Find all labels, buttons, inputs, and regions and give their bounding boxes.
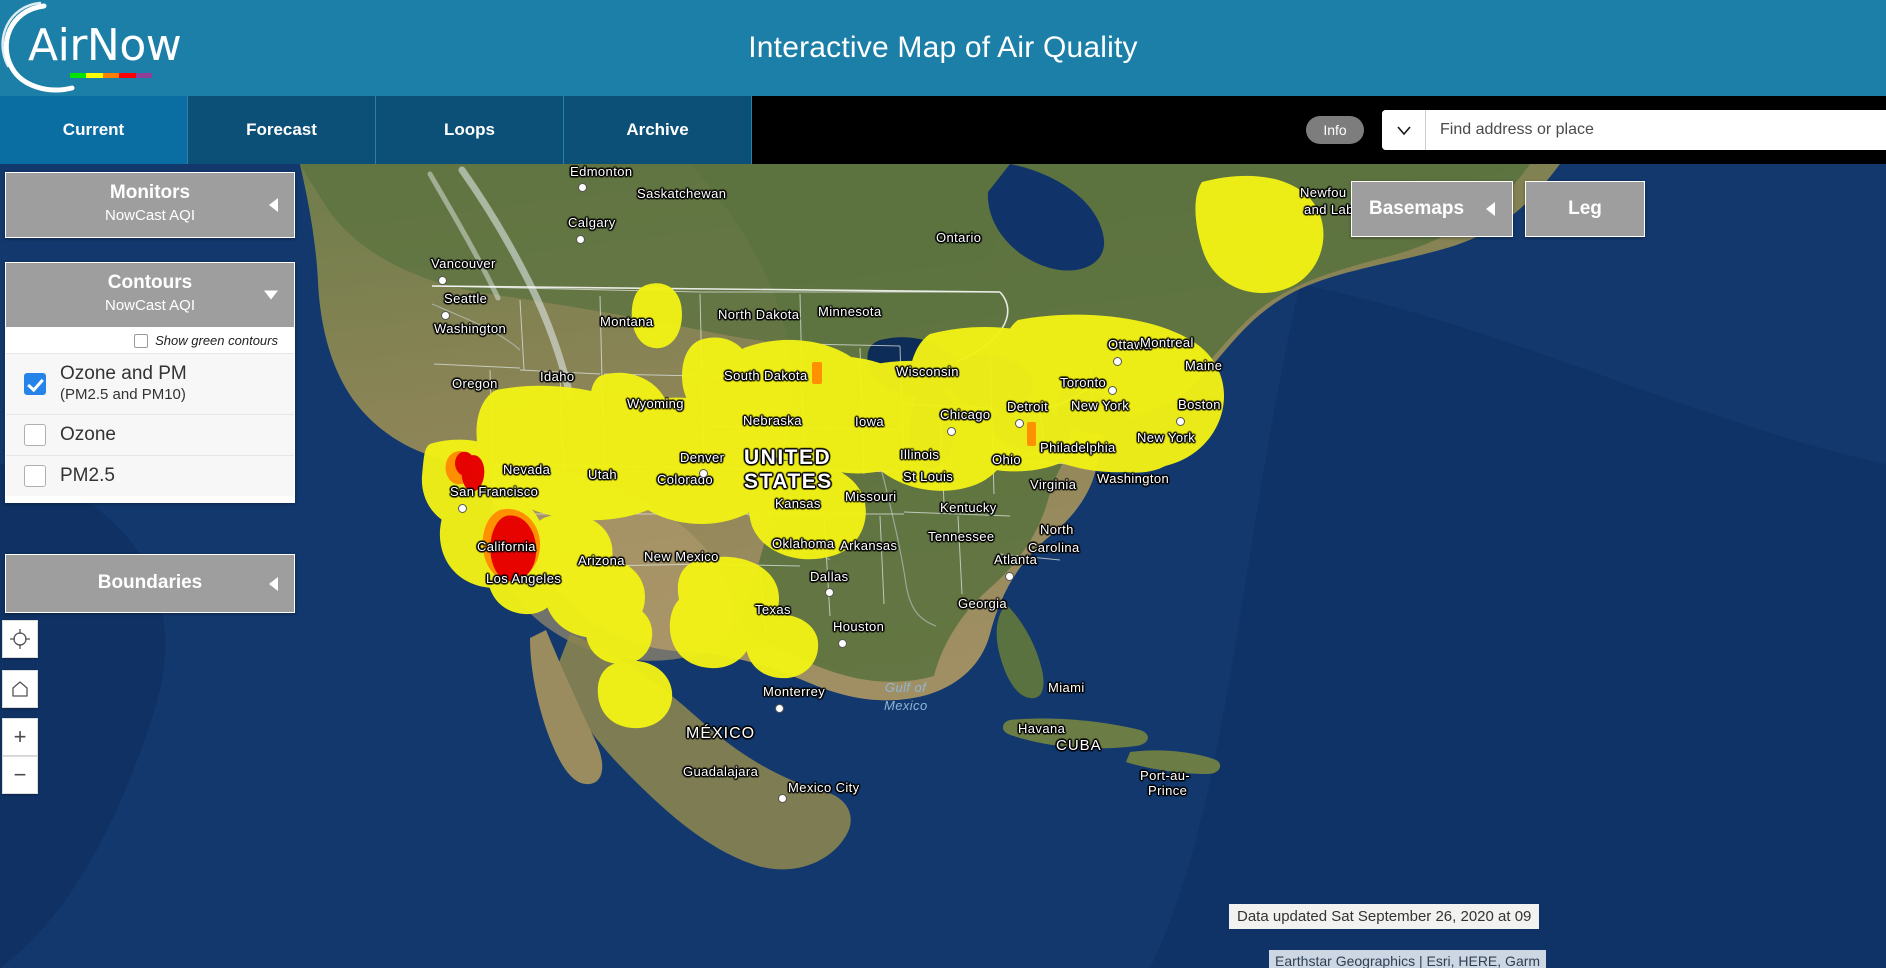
pm25-texts: PM2.5 bbox=[60, 465, 115, 487]
ozone-and-pm-checkbox[interactable] bbox=[24, 373, 46, 395]
page-title: Interactive Map of Air Quality bbox=[748, 31, 1138, 64]
ozone-texts: Ozone bbox=[60, 424, 116, 446]
map-attribution: Earthstar Geographics | Esri, HERE, Garm bbox=[1269, 950, 1547, 968]
zoom-out-button[interactable]: − bbox=[2, 756, 38, 794]
legend-label: Leg bbox=[1568, 198, 1602, 219]
contours-panel-title: Contours bbox=[107, 272, 193, 293]
airnow-logo[interactable]: AirNow bbox=[0, 0, 230, 96]
boundaries-arrow-left-icon[interactable] bbox=[269, 576, 278, 591]
pm25-checkbox[interactable] bbox=[24, 465, 46, 487]
monitors-arrow-left-icon[interactable] bbox=[269, 198, 278, 212]
ozone-and-pm-label: Ozone and PM bbox=[60, 363, 187, 384]
monitors-panel-header[interactable]: Monitors NowCast AQI bbox=[6, 173, 294, 237]
pm25-label: PM2.5 bbox=[60, 465, 115, 486]
contours-panel-subtitle: NowCast AQI bbox=[104, 297, 196, 314]
home-icon bbox=[12, 681, 28, 697]
boundaries-panel-title: Boundaries bbox=[97, 572, 203, 593]
airnow-interactive-map-app: AirNow Interactive Map of Air Quality Cu… bbox=[0, 0, 1886, 968]
contour-option-ozone[interactable]: Ozone bbox=[6, 414, 294, 455]
basemaps-arrow-left-icon bbox=[1486, 202, 1496, 216]
boundaries-panel: Boundaries bbox=[5, 554, 295, 613]
monitors-panel-subtitle: NowCast AQI bbox=[104, 207, 196, 224]
navbar-spacer bbox=[752, 96, 1306, 164]
contour-option-ozone-and-pm[interactable]: Ozone and PM (PM2.5 and PM10) bbox=[6, 353, 294, 414]
ozone-checkbox[interactable] bbox=[24, 424, 46, 446]
basemaps-label: Basemaps bbox=[1368, 198, 1465, 219]
locate-icon bbox=[10, 629, 30, 649]
zoom-in-button[interactable]: + bbox=[2, 718, 38, 756]
show-green-contours-checkbox[interactable] bbox=[134, 333, 149, 348]
tab-loops[interactable]: Loops bbox=[376, 96, 564, 164]
contour-option-pm25[interactable]: PM2.5 bbox=[6, 455, 294, 496]
tab-current[interactable]: Current bbox=[0, 96, 188, 164]
home-button[interactable] bbox=[2, 670, 38, 708]
ozone-label: Ozone bbox=[60, 424, 116, 445]
contours-panel-header[interactable]: Contours NowCast AQI bbox=[6, 263, 294, 327]
page-header: AirNow Interactive Map of Air Quality bbox=[0, 0, 1886, 96]
logo-wordmark: AirNow bbox=[28, 20, 182, 71]
data-updated-label: Data updated Sat September 26, 2020 at 0… bbox=[1229, 904, 1540, 929]
tab-forecast[interactable]: Forecast bbox=[188, 96, 376, 164]
zoom-in-label: + bbox=[13, 724, 27, 749]
monitors-panel-title: Monitors bbox=[109, 182, 191, 203]
legend-button[interactable]: Leg bbox=[1525, 181, 1645, 237]
show-green-contours-label[interactable]: Show green contours bbox=[155, 333, 278, 348]
contours-arrow-down-icon[interactable] bbox=[264, 290, 278, 300]
ozone-and-pm-texts: Ozone and PM (PM2.5 and PM10) bbox=[60, 363, 187, 405]
search-box bbox=[1382, 110, 1886, 150]
tab-archive[interactable]: Archive bbox=[564, 96, 752, 164]
show-green-contours-row[interactable]: Show green contours bbox=[6, 327, 294, 353]
locate-button[interactable] bbox=[2, 620, 38, 658]
main-navbar: Current Forecast Loops Archive Info bbox=[0, 96, 1886, 164]
info-button[interactable]: Info bbox=[1306, 116, 1364, 144]
zoom-out-label: − bbox=[13, 762, 27, 787]
logo-aqi-color-bar bbox=[70, 73, 153, 78]
contours-panel: Contours NowCast AQI Show green contours… bbox=[5, 262, 295, 503]
basemaps-button[interactable]: Basemaps bbox=[1351, 181, 1513, 237]
monitors-panel: Monitors NowCast AQI bbox=[5, 172, 295, 238]
search-input[interactable] bbox=[1426, 110, 1886, 150]
contours-panel-body: Show green contours Ozone and PM (PM2.5 … bbox=[6, 327, 294, 502]
ozone-and-pm-sublabel: (PM2.5 and PM10) bbox=[60, 386, 186, 403]
boundaries-panel-header[interactable]: Boundaries bbox=[6, 555, 294, 612]
chevron-down-icon[interactable] bbox=[1382, 110, 1426, 150]
